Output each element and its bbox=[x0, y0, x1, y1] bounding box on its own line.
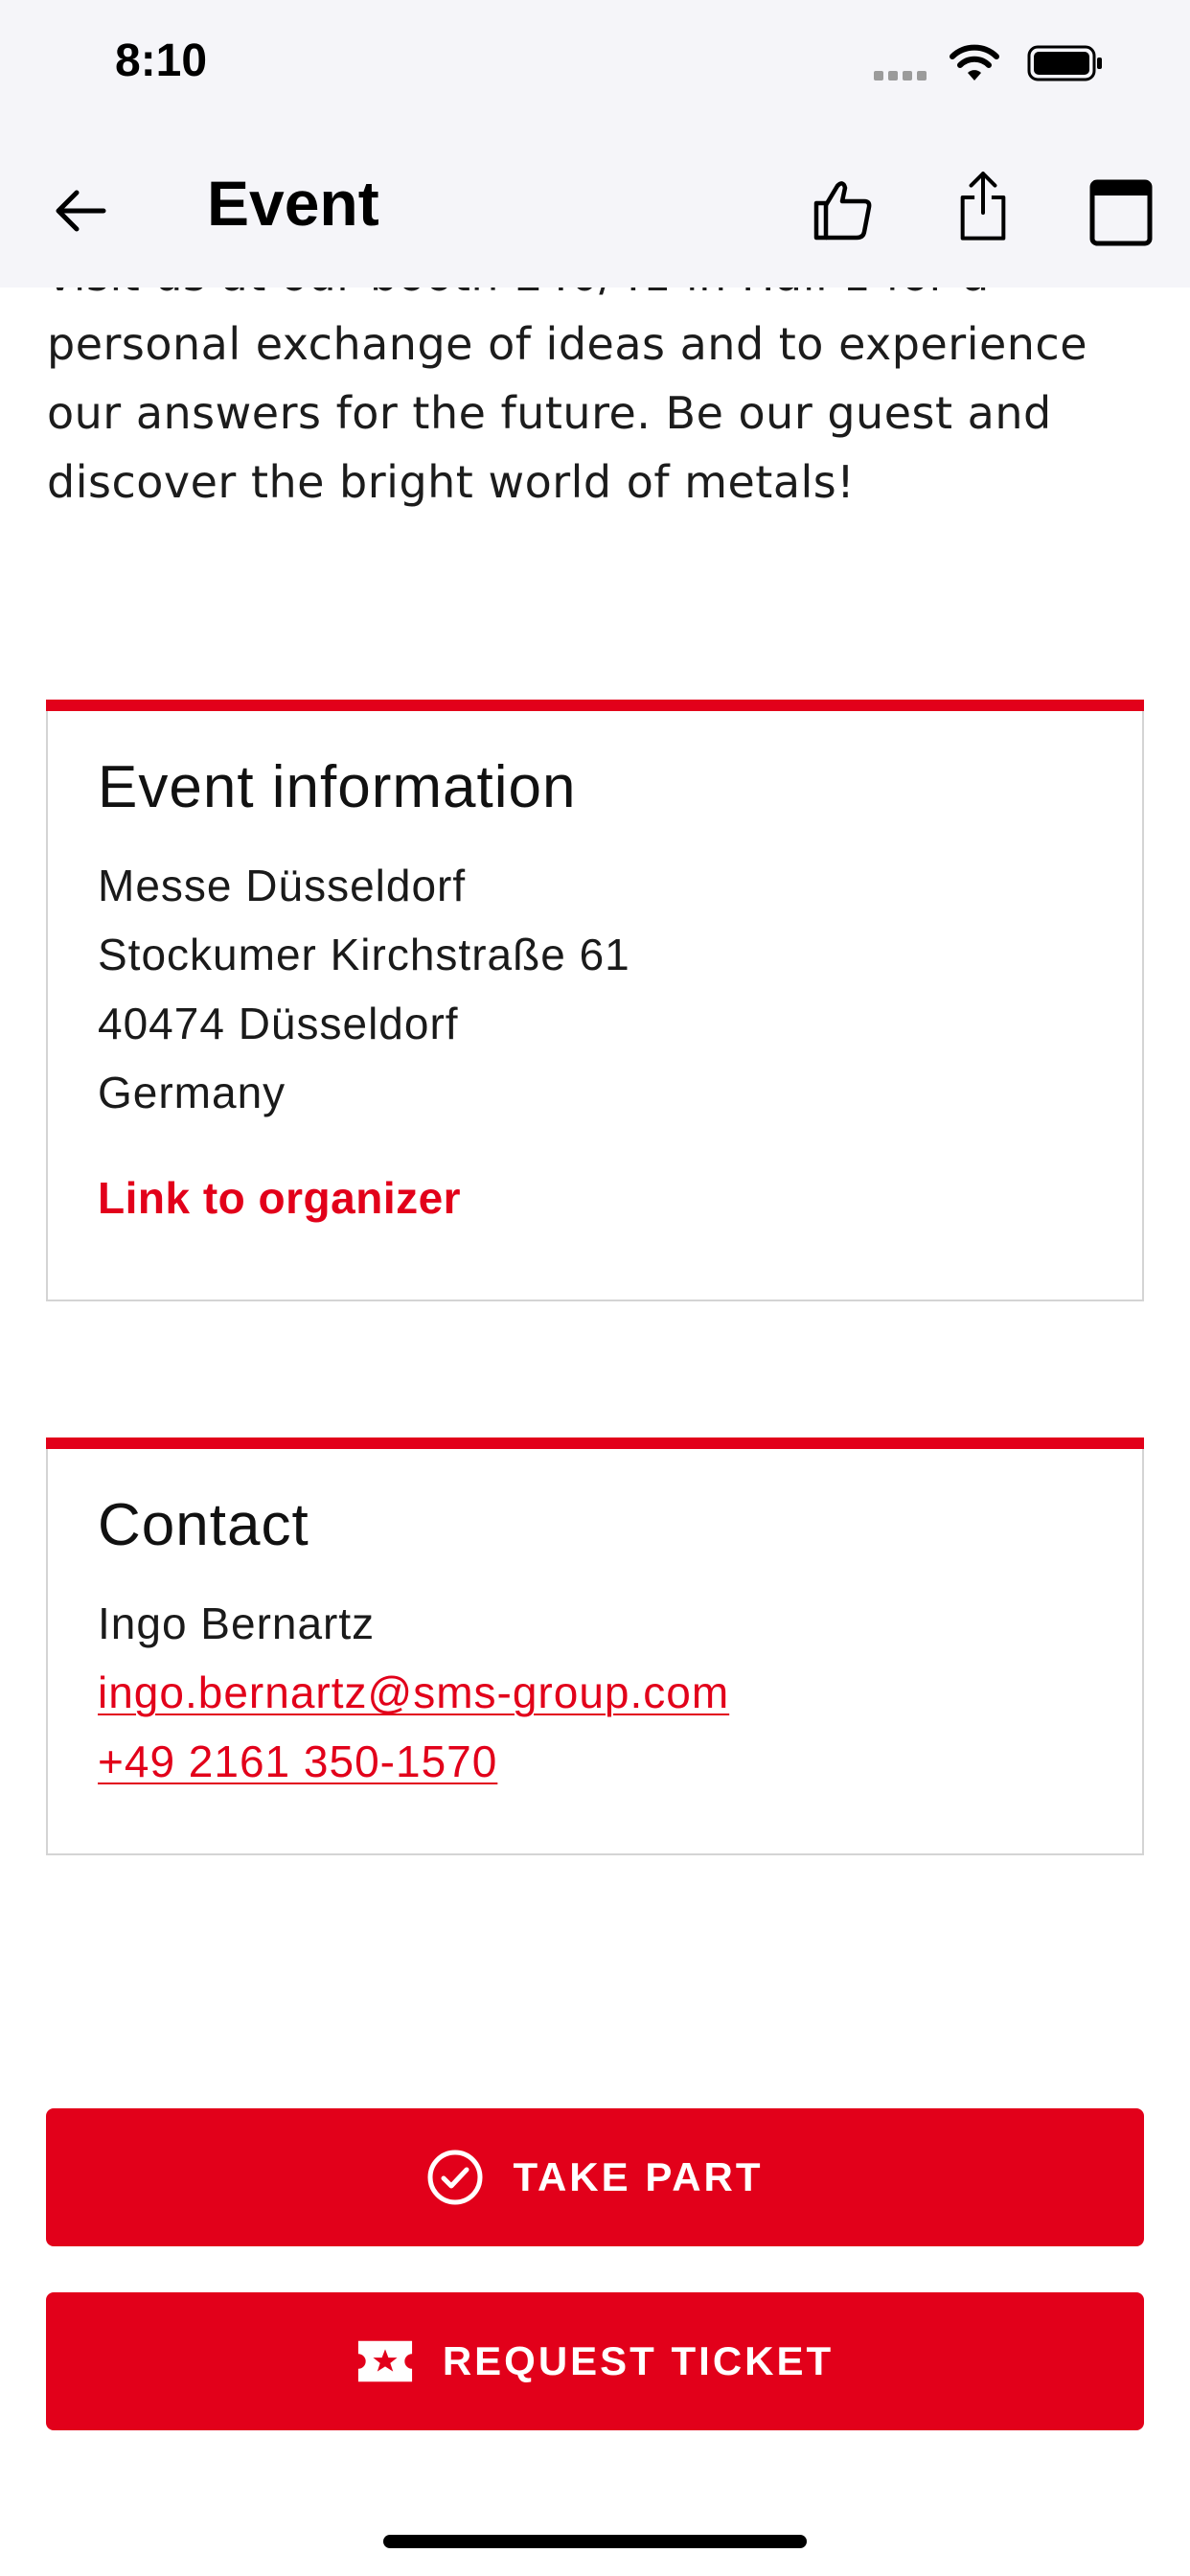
take-part-label: TAKE PART bbox=[513, 2154, 764, 2199]
event-information-card: Event information Messe Düsseldorf Stock… bbox=[46, 700, 1144, 1301]
page-title: Event bbox=[207, 168, 379, 239]
take-part-button[interactable]: TAKE PART bbox=[46, 2108, 1144, 2246]
contact-phone-link[interactable]: +49 2161 350-1570 bbox=[98, 1736, 497, 1786]
status-icons bbox=[874, 38, 1190, 86]
status-time: 8:10 bbox=[115, 35, 208, 86]
address-line: Germany bbox=[98, 1068, 286, 1117]
contact-title: Contact bbox=[98, 1492, 309, 1558]
contact-details: Ingo Bernartz ingo.bernartz@sms-group.co… bbox=[98, 1589, 1142, 1796]
cellular-signal-icon bbox=[874, 71, 927, 80]
address-line: 40474 Düsseldorf bbox=[98, 999, 459, 1048]
address-line: Stockumer Kirchstraße 61 bbox=[98, 930, 630, 979]
home-indicator[interactable] bbox=[383, 2535, 807, 2548]
check-circle-icon bbox=[426, 2149, 484, 2206]
navigation-bar: Event bbox=[0, 153, 1190, 288]
address-block: Messe Düsseldorf Stockumer Kirchstraße 6… bbox=[98, 851, 1142, 1127]
card-accent-bar bbox=[46, 700, 1144, 711]
screen: visit us at our booth E40/41 in Hall 1 f… bbox=[0, 0, 1190, 2576]
card-accent-bar bbox=[46, 1438, 1144, 1449]
wifi-icon bbox=[950, 44, 999, 80]
scroll-content[interactable]: visit us at our booth E40/41 in Hall 1 f… bbox=[0, 0, 1190, 2576]
description-line: discover the bright world of metals! bbox=[47, 456, 856, 508]
calendar-icon[interactable] bbox=[1087, 172, 1156, 249]
back-arrow-icon[interactable] bbox=[50, 180, 111, 242]
battery-icon bbox=[1027, 45, 1102, 81]
request-ticket-button[interactable]: REQUEST TICKET bbox=[46, 2292, 1144, 2430]
address-line: Messe Düsseldorf bbox=[98, 861, 467, 910]
request-ticket-label: REQUEST TICKET bbox=[442, 2338, 835, 2383]
event-information-title: Event information bbox=[98, 754, 577, 820]
contact-card: Contact Ingo Bernartz ingo.bernartz@sms-… bbox=[46, 1438, 1144, 1855]
contact-email-link[interactable]: ingo.bernartz@sms-group.com bbox=[98, 1668, 729, 1717]
top-bar: 8:10 Event bbox=[0, 0, 1190, 288]
description-line: our answers for the future. Be our guest… bbox=[47, 387, 1052, 439]
share-icon[interactable] bbox=[949, 167, 1018, 243]
thumbs-up-icon[interactable] bbox=[809, 172, 878, 249]
description-line: personal exchange of ideas and to experi… bbox=[47, 318, 1088, 370]
organizer-link[interactable]: Link to organizer bbox=[98, 1163, 461, 1232]
contact-name: Ingo Bernartz bbox=[98, 1598, 376, 1648]
ticket-icon bbox=[356, 2333, 414, 2390]
